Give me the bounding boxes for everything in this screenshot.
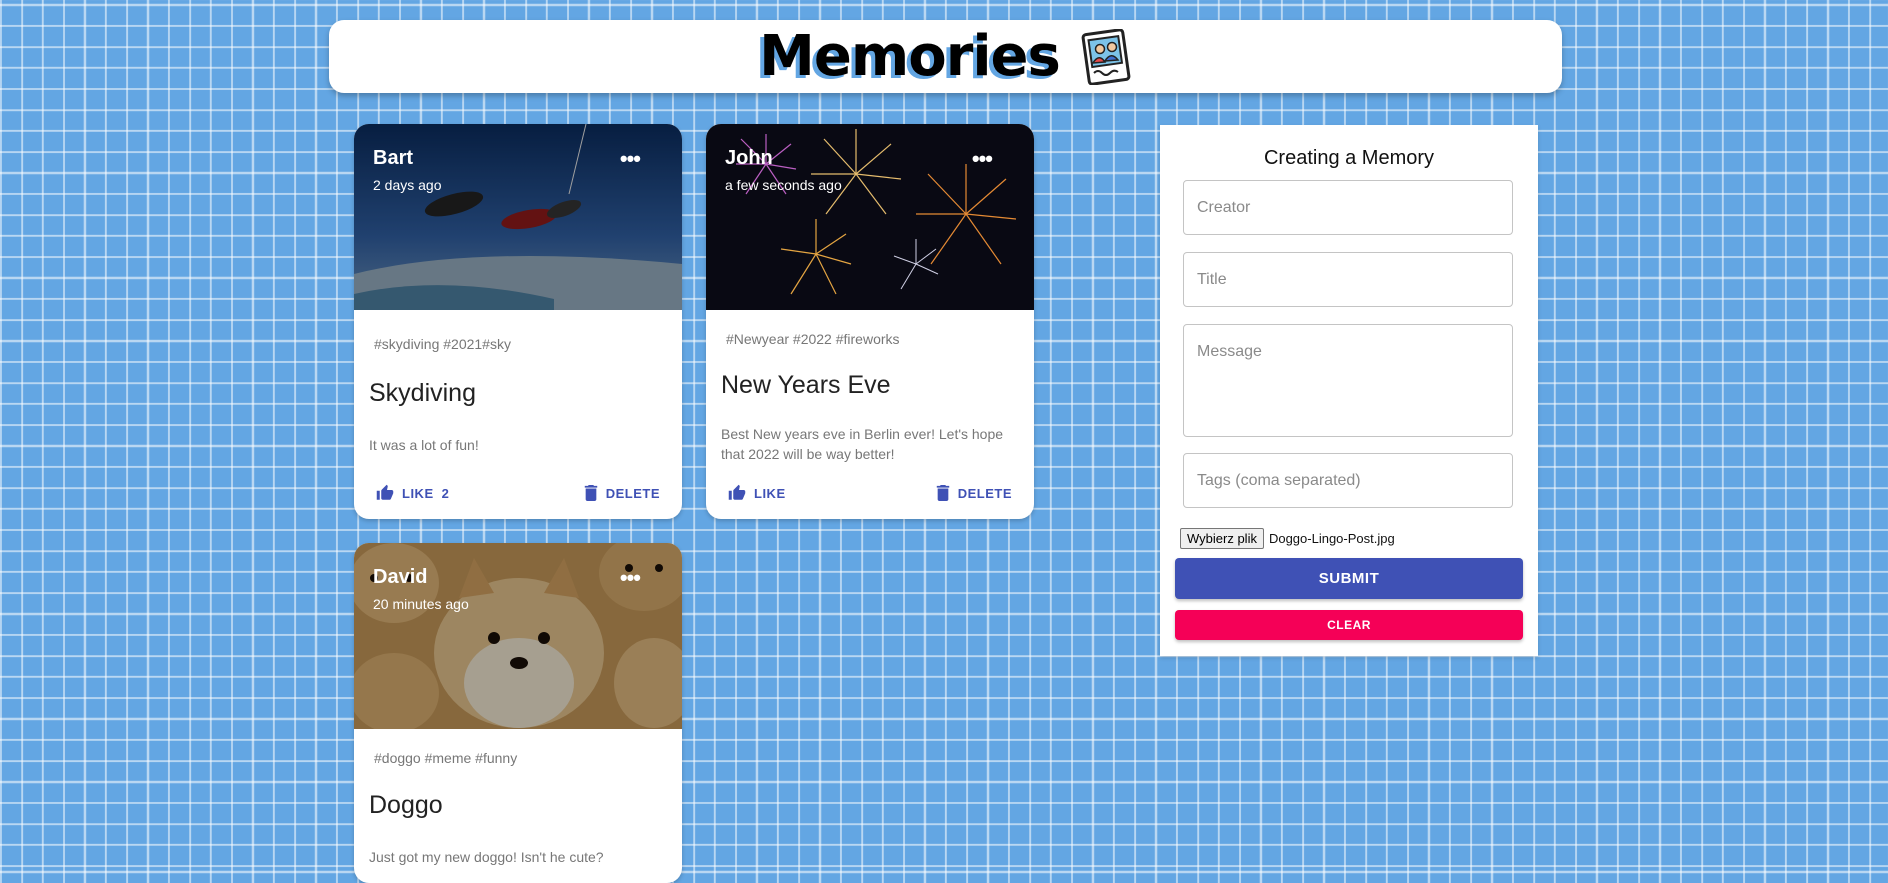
post-tags: #Newyear #2022 #fireworks (726, 331, 900, 347)
app-header: Memories (329, 20, 1562, 93)
delete-label: DELETE (605, 485, 660, 501)
title-input[interactable] (1183, 252, 1513, 307)
post-creator: Bart (373, 147, 414, 169)
post-timestamp: 20 minutes ago (373, 596, 469, 612)
thumb-up-icon (376, 484, 394, 500)
post-title: Skydiving (369, 379, 476, 407)
post-image: David 20 minutes ago ••• (354, 543, 682, 729)
message-input[interactable] (1183, 324, 1513, 437)
post-tags: #doggo #meme #funny (374, 750, 518, 766)
post-image: John a few seconds ago ••• (706, 124, 1034, 310)
create-memory-form: Creating a Memory Wybierz plik Doggo-Lin… (1160, 125, 1538, 656)
post-card: John a few seconds ago ••• #Newyear #202… (706, 124, 1034, 519)
post-card: David 20 minutes ago ••• #doggo #meme #f… (354, 543, 682, 883)
more-options-icon[interactable]: ••• (620, 565, 641, 591)
post-timestamp: a few seconds ago (725, 177, 842, 193)
post-title: New Years Eve (721, 371, 891, 399)
submit-button[interactable]: SUBMIT (1175, 558, 1523, 599)
creator-input[interactable] (1183, 180, 1513, 235)
photo-memories-icon (1081, 28, 1131, 85)
post-creator: David (373, 566, 428, 588)
post-card: Bart 2 days ago ••• #skydiving #2021#sky… (354, 124, 682, 519)
delete-button[interactable]: DELETE (936, 485, 1012, 501)
post-creator: John (725, 147, 773, 169)
post-message: It was a lot of fun! (369, 437, 479, 453)
like-button[interactable]: LIKE (728, 484, 786, 502)
post-title: Doggo (369, 791, 443, 819)
file-picker: Wybierz plik Doggo-Lingo-Post.jpg (1180, 528, 1395, 549)
delete-label: DELETE (957, 485, 1012, 501)
form-heading: Creating a Memory (1263, 147, 1435, 169)
like-button[interactable]: LIKE 2 (376, 484, 449, 502)
thumb-up-icon (728, 484, 746, 500)
file-name: Doggo-Lingo-Post.jpg (1268, 531, 1395, 546)
like-label: LIKE (402, 485, 434, 501)
app-title: Memories (759, 24, 1061, 89)
choose-file-button[interactable]: Wybierz plik (1180, 528, 1264, 549)
trash-icon (584, 485, 597, 501)
post-tags: #skydiving #2021#sky (374, 336, 511, 352)
tags-input[interactable] (1183, 453, 1513, 508)
post-message: Best New years eve in Berlin ever! Let's… (721, 426, 1004, 462)
trash-icon (936, 485, 949, 501)
more-options-icon[interactable]: ••• (972, 146, 993, 172)
post-message: Just got my new doggo! Isn't he cute? (369, 849, 604, 865)
more-options-icon[interactable]: ••• (620, 146, 641, 172)
like-label: LIKE (754, 485, 786, 501)
post-timestamp: 2 days ago (373, 177, 442, 193)
delete-button[interactable]: DELETE (584, 485, 660, 501)
clear-button[interactable]: CLEAR (1175, 610, 1523, 640)
post-image: Bart 2 days ago ••• (354, 124, 682, 310)
like-count: 2 (441, 485, 450, 501)
